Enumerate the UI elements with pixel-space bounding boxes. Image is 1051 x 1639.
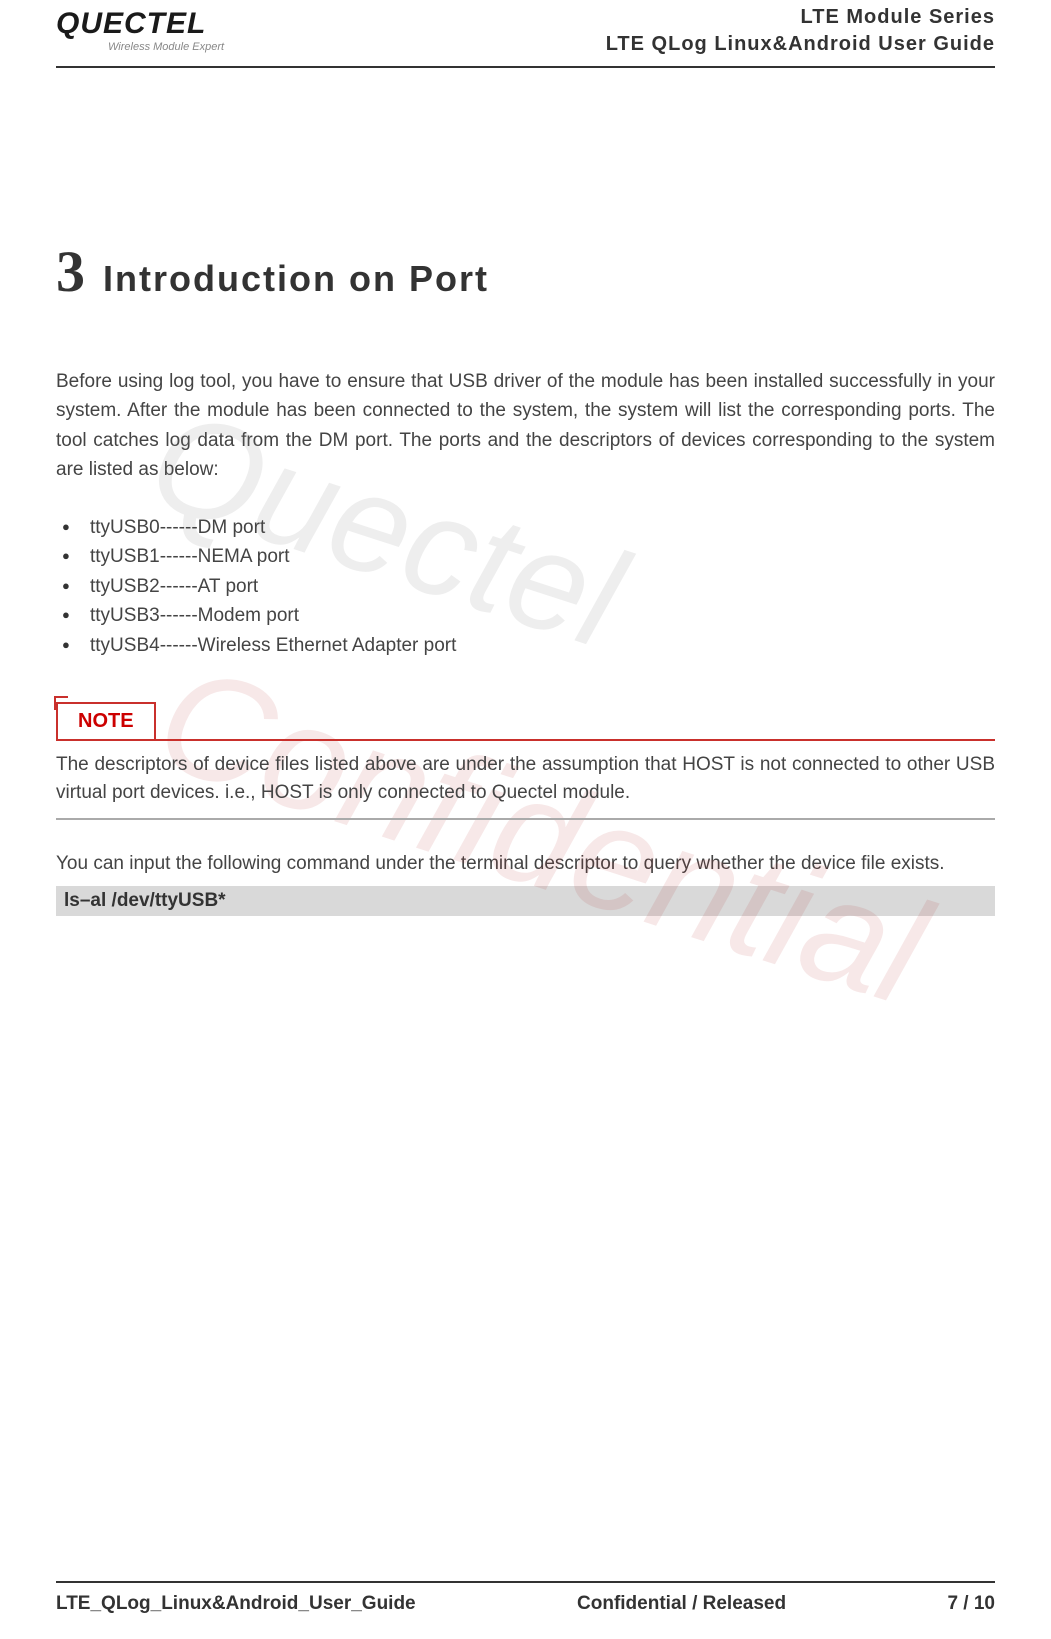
port-list: ttyUSB0------DM port ttyUSB1------NEMA p… xyxy=(56,513,995,660)
logo-tagline: Wireless Module Expert xyxy=(108,41,224,53)
footer-left: LTE_QLog_Linux&Android_User_Guide xyxy=(56,1593,416,1615)
footer-right: 7 / 10 xyxy=(947,1593,995,1615)
list-item: ttyUSB4------Wireless Ethernet Adapter p… xyxy=(56,631,995,660)
watermark-confidential: Confidential xyxy=(139,630,946,1039)
list-item: ttyUSB2------AT port xyxy=(56,572,995,601)
list-item: ttyUSB1------NEMA port xyxy=(56,542,995,571)
chapter-heading: 3 Introduction on Port xyxy=(56,238,995,305)
command-box: ls–al /dev/ttyUSB* xyxy=(56,886,995,916)
header-line-2: LTE QLog Linux&Android User Guide xyxy=(606,31,995,58)
logo-block: QUECTEL Wireless Module Expert xyxy=(56,9,224,53)
header-title-block: LTE Module Series LTE QLog Linux&Android… xyxy=(606,4,995,58)
note-label-box: NOTE xyxy=(56,702,156,739)
note-body: The descriptors of device files listed a… xyxy=(56,741,995,808)
footer-center: Confidential / Released xyxy=(577,1593,786,1615)
note-label: NOTE xyxy=(78,710,134,732)
query-text: You can input the following command unde… xyxy=(56,850,995,879)
header-line-1: LTE Module Series xyxy=(606,4,995,31)
command-text: ls–al /dev/ttyUSB* xyxy=(64,890,226,911)
intro-paragraph: Before using log tool, you have to ensur… xyxy=(56,367,995,485)
chapter-number: 3 xyxy=(56,238,85,305)
list-item: ttyUSB0------DM port xyxy=(56,513,995,542)
page-content: Quectel Confidential 3 Introduction on P… xyxy=(56,68,995,1581)
list-item: ttyUSB3------Modem port xyxy=(56,601,995,630)
chapter-title: Introduction on Port xyxy=(103,258,489,300)
logo-text: QUECTEL xyxy=(56,9,206,39)
note-block: NOTE The descriptors of device files lis… xyxy=(56,702,995,820)
page-header: QUECTEL Wireless Module Expert LTE Modul… xyxy=(56,0,995,68)
note-divider-grey xyxy=(56,818,995,820)
page-footer: LTE_QLog_Linux&Android_User_Guide Confid… xyxy=(56,1581,995,1639)
